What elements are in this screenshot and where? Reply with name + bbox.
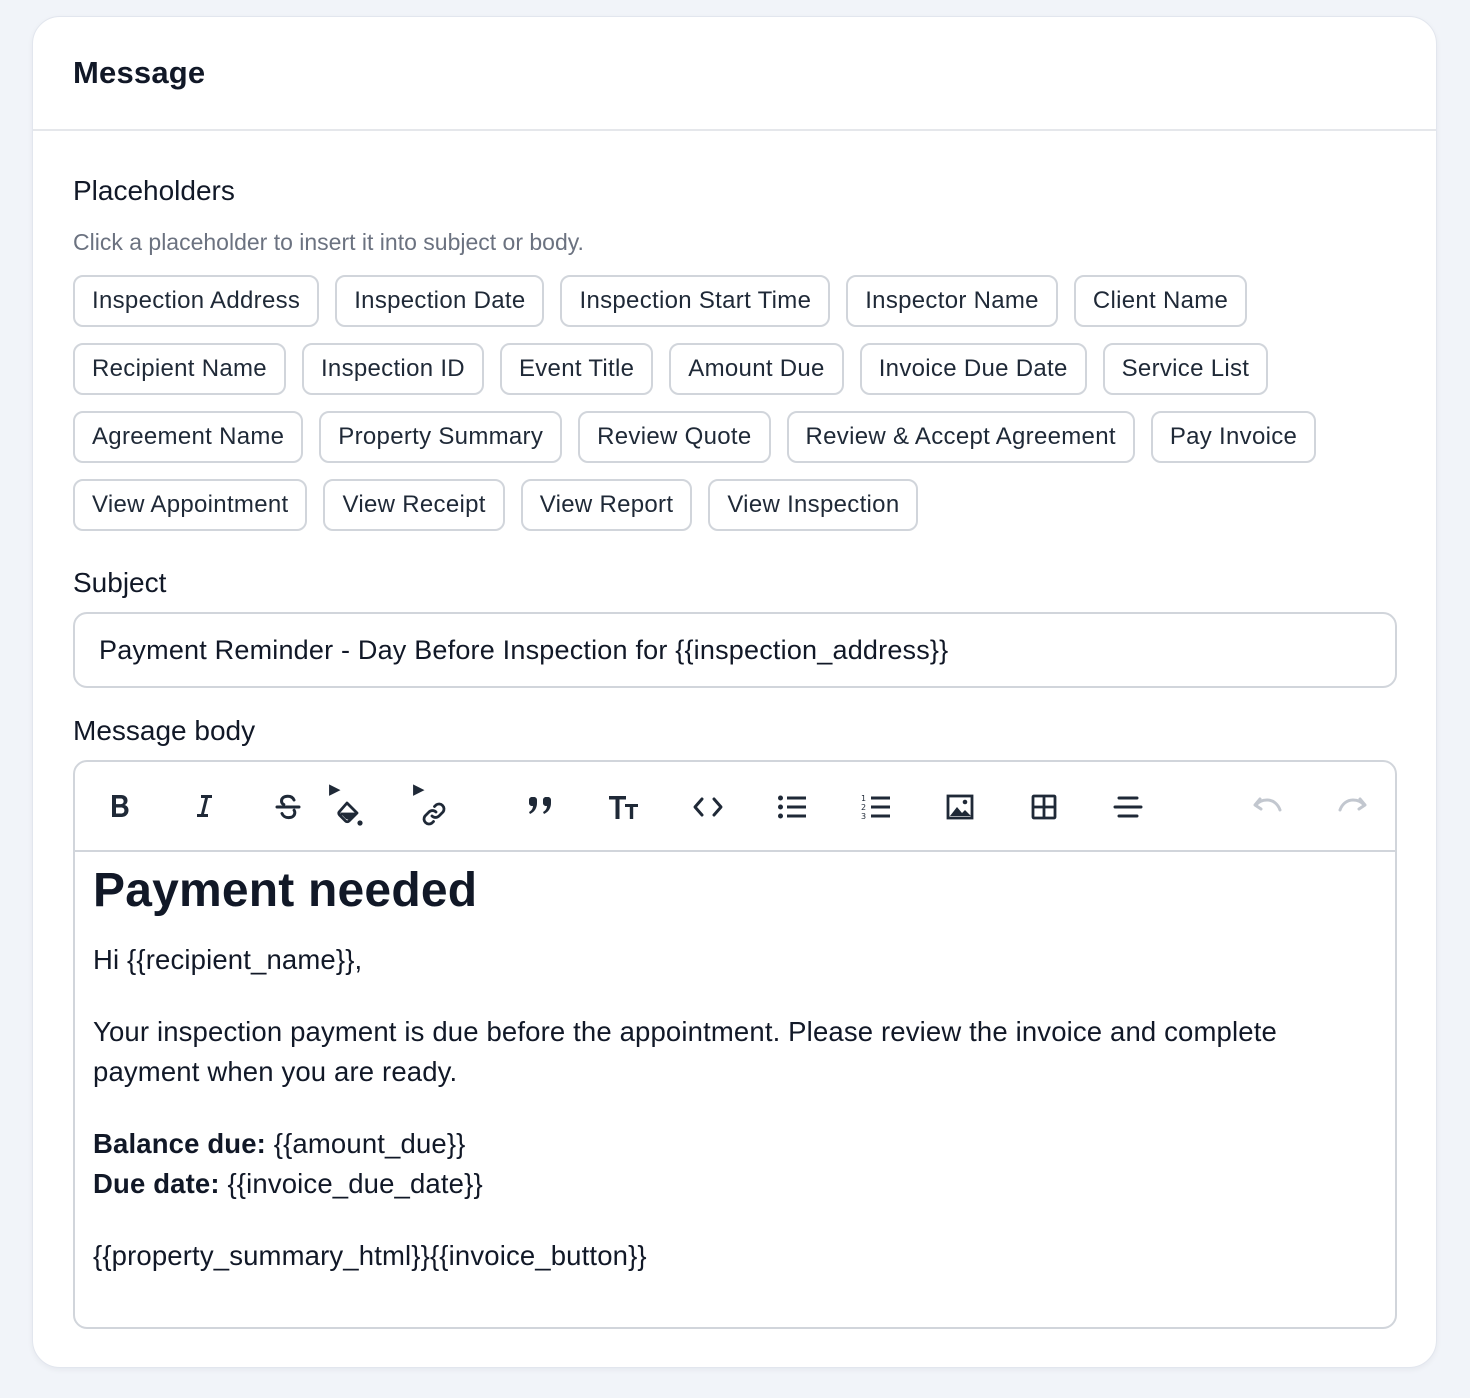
body-paragraph: Your inspection payment is due before th… bbox=[93, 1016, 1277, 1087]
dropdown-caret-icon: ▶ bbox=[329, 781, 341, 798]
placeholder-chip-service-list[interactable]: Service List bbox=[1102, 343, 1269, 395]
placeholder-chip-invoice-due-date[interactable]: Invoice Due Date bbox=[859, 343, 1087, 395]
strikethrough-icon[interactable] bbox=[265, 784, 311, 830]
svg-text:1: 1 bbox=[861, 794, 866, 803]
placeholder-chip-property-summary[interactable]: Property Summary bbox=[319, 411, 563, 463]
svg-text:2: 2 bbox=[861, 803, 866, 812]
body-greeting: Hi {{recipient_name}}, bbox=[93, 944, 363, 975]
placeholder-chip-inspection-start-time[interactable]: Inspection Start Time bbox=[560, 275, 831, 327]
balance-due-label: Balance due: bbox=[93, 1128, 266, 1159]
body-footer: {{property_summary_html}}{{invoice_butto… bbox=[93, 1240, 647, 1271]
highlight-color-icon[interactable]: ▶ bbox=[325, 781, 375, 830]
italic-icon[interactable] bbox=[181, 784, 227, 830]
placeholder-chip-review-quote[interactable]: Review Quote bbox=[578, 411, 771, 463]
placeholder-row-2: Recipient Name Inspection ID Event Title… bbox=[73, 343, 1269, 395]
message-body-editor: ▶ ▶ 1 2 3 Payment needed Hi {{recipient_… bbox=[73, 760, 1397, 1329]
body-details: Balance due: {{amount_due}} Due date: {{… bbox=[93, 1124, 1377, 1204]
subject-input[interactable] bbox=[73, 612, 1397, 688]
link-icon[interactable]: ▶ bbox=[409, 781, 459, 830]
placeholder-chip-pay-invoice[interactable]: Pay Invoice bbox=[1150, 411, 1317, 463]
placeholder-chip-inspection-address[interactable]: Inspection Address bbox=[73, 275, 320, 327]
text-size-icon[interactable] bbox=[601, 784, 647, 830]
image-icon[interactable] bbox=[937, 784, 983, 830]
placeholder-chip-view-appointment[interactable]: View Appointment bbox=[73, 479, 308, 531]
editor-toolbar: ▶ ▶ 1 2 3 bbox=[75, 762, 1395, 852]
card-title: Message bbox=[73, 55, 206, 90]
due-date-label: Due date: bbox=[93, 1168, 220, 1199]
horizontal-rule-icon[interactable] bbox=[1105, 784, 1151, 830]
bullet-list-icon[interactable] bbox=[769, 784, 815, 830]
placeholder-chip-agreement-name[interactable]: Agreement Name bbox=[73, 411, 304, 463]
placeholder-chip-client-name[interactable]: Client Name bbox=[1073, 275, 1248, 327]
placeholder-chip-inspection-id[interactable]: Inspection ID bbox=[301, 343, 484, 395]
placeholder-chip-recipient-name[interactable]: Recipient Name bbox=[73, 343, 286, 395]
placeholder-chip-review-accept-agreement[interactable]: Review & Accept Agreement bbox=[786, 411, 1135, 463]
placeholder-chip-view-receipt[interactable]: View Receipt bbox=[323, 479, 505, 531]
placeholder-chip-event-title[interactable]: Event Title bbox=[499, 343, 654, 395]
bold-icon[interactable] bbox=[97, 784, 143, 830]
placeholder-row-4: View Appointment View Receipt View Repor… bbox=[73, 479, 919, 531]
blockquote-icon[interactable] bbox=[517, 784, 563, 830]
placeholder-chip-inspector-name[interactable]: Inspector Name bbox=[846, 275, 1058, 327]
placeholder-row-3: Agreement Name Property Summary Review Q… bbox=[73, 411, 1317, 463]
undo-icon[interactable] bbox=[1245, 784, 1291, 830]
placeholders-label: Placeholders bbox=[73, 175, 235, 206]
placeholder-chip-amount-due[interactable]: Amount Due bbox=[669, 343, 844, 395]
table-icon[interactable] bbox=[1021, 784, 1067, 830]
editor-content[interactable]: Payment needed Hi {{recipient_name}}, Yo… bbox=[75, 852, 1395, 1276]
message-card: Message Placeholders Click a placeholder… bbox=[32, 16, 1437, 1368]
placeholders-hint: Click a placeholder to insert it into su… bbox=[73, 229, 584, 255]
subject-label: Subject bbox=[73, 567, 167, 598]
redo-icon[interactable] bbox=[1329, 784, 1375, 830]
card-header: Message bbox=[33, 17, 1436, 131]
body-heading: Payment needed bbox=[93, 864, 478, 917]
due-date-value: {{invoice_due_date}} bbox=[219, 1168, 483, 1199]
placeholder-chip-view-inspection[interactable]: View Inspection bbox=[708, 479, 919, 531]
placeholder-row-1: Inspection Address Inspection Date Inspe… bbox=[73, 275, 1248, 327]
placeholder-chip-inspection-date[interactable]: Inspection Date bbox=[335, 275, 545, 327]
placeholder-chip-view-report[interactable]: View Report bbox=[520, 479, 693, 531]
balance-due-value: {{amount_due}} bbox=[265, 1128, 466, 1159]
svg-text:3: 3 bbox=[861, 812, 866, 821]
dropdown-caret-icon: ▶ bbox=[413, 781, 425, 798]
code-icon[interactable] bbox=[685, 784, 731, 830]
ordered-list-icon[interactable]: 123 bbox=[853, 784, 899, 830]
message-body-label: Message body bbox=[73, 715, 256, 746]
